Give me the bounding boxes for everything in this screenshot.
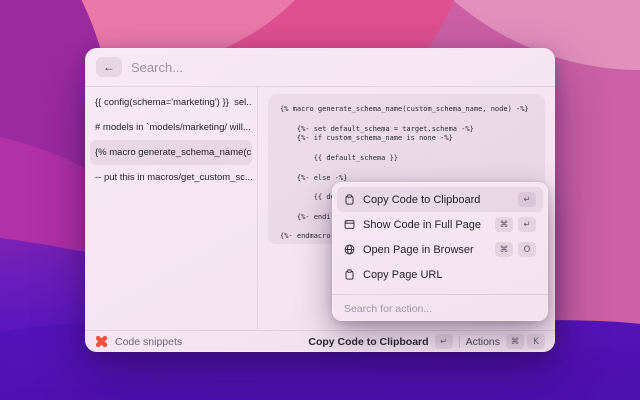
- search-input[interactable]: Search...: [131, 60, 183, 75]
- action-menu-item[interactable]: Show Code in Full Page ⌘ ↵: [337, 212, 543, 237]
- footer-actions: Copy Code to Clipboard ↵ Actions ⌘ K: [308, 334, 545, 349]
- arrow-left-icon: ←: [103, 60, 115, 74]
- window-icon: [344, 219, 355, 230]
- action-menu-item-label: Copy Code to Clipboard: [363, 193, 481, 206]
- enter-key-badge: ↵: [434, 334, 453, 349]
- actions-shortcut-keys: ⌘ K: [506, 334, 545, 349]
- key-badge: ⌘: [506, 334, 524, 349]
- key-badge: ⌘: [495, 242, 513, 257]
- key-badge: O: [518, 242, 536, 257]
- action-menu-item-label: Show Code in Full Page: [363, 218, 482, 231]
- action-menu-item[interactable]: Open Page in Browser ⌘ O: [337, 237, 543, 262]
- snippet-list-item[interactable]: -- put this in macros/get_custom_sc...: [90, 165, 252, 190]
- clipboard-icon: [344, 194, 355, 205]
- snippet-list-item[interactable]: # models in `models/marketing/ will...: [90, 115, 252, 140]
- primary-action-button[interactable]: Copy Code to Clipboard: [308, 336, 428, 348]
- action-menu-item-label: Copy Page URL: [363, 268, 443, 281]
- snippet-list-item[interactable]: {{ config(schema='marketing') }} sel...: [90, 90, 252, 115]
- footer-bar: Code snippets Copy Code to Clipboard ↵ A…: [85, 330, 555, 352]
- actions-menu-list: Copy Code to Clipboard ↵ Show Code in Full…: [332, 182, 548, 292]
- key-badge: K: [527, 334, 545, 349]
- snippet-list: {{ config(schema='marketing') }} sel... #…: [85, 87, 258, 329]
- search-bar: ← Search...: [85, 48, 555, 86]
- actions-popup: Copy Code to Clipboard ↵ Show Code in Full…: [332, 182, 548, 321]
- clipboard-icon: [344, 269, 355, 280]
- globe-icon: [344, 244, 355, 255]
- key-badge: ↵: [518, 192, 536, 207]
- action-menu-item[interactable]: Copy Code to Clipboard ↵: [337, 187, 543, 212]
- back-button[interactable]: ←: [96, 57, 122, 77]
- action-menu-item-label: Open Page in Browser: [363, 243, 474, 256]
- key-badge: ↵: [518, 217, 536, 232]
- actions-button[interactable]: Actions: [466, 336, 500, 348]
- app-label: Code snippets: [115, 335, 183, 348]
- code-snippets-logo-icon: [95, 335, 108, 348]
- launcher-window: ← Search... {{ config(schema='marketing'…: [85, 48, 555, 352]
- footer-divider: [458, 335, 460, 348]
- popup-divider: [332, 294, 548, 295]
- key-badge: ⌘: [495, 217, 513, 232]
- snippet-list-item[interactable]: {% macro generate_schema_name(c...: [90, 140, 252, 165]
- action-menu-item[interactable]: Copy Page URL: [337, 262, 543, 287]
- action-search-input[interactable]: Search for action...: [332, 297, 548, 321]
